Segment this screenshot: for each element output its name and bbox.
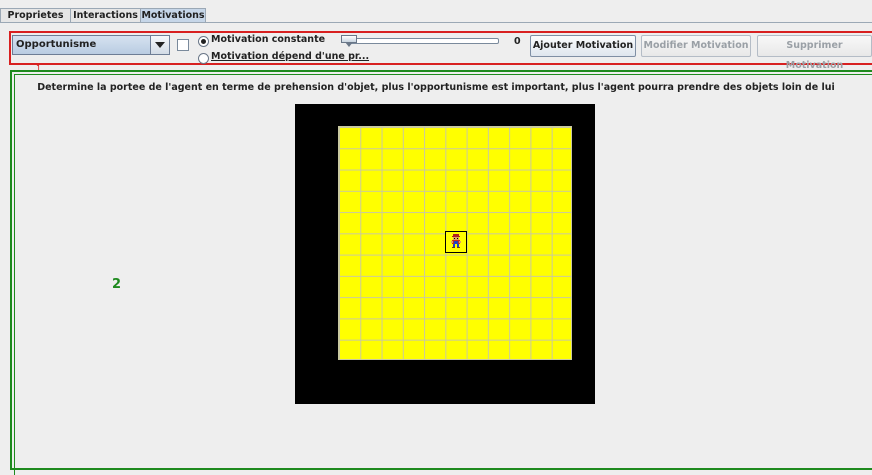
panel-2-marker: 2 bbox=[112, 277, 122, 292]
slider-thumb[interactable] bbox=[341, 35, 357, 47]
tab-motivations[interactable]: Motivations bbox=[140, 8, 206, 22]
slider-value: 0 bbox=[514, 36, 521, 47]
radio-motivation-constante-label: Motivation constante bbox=[211, 34, 326, 45]
radio-motivation-depend[interactable] bbox=[198, 53, 209, 64]
motivation-slider[interactable] bbox=[347, 38, 499, 44]
chevron-down-icon[interactable] bbox=[150, 36, 169, 54]
modify-motivation-button[interactable]: Modifier Motivation bbox=[641, 35, 751, 57]
tab-proprietes[interactable]: Proprietes bbox=[0, 8, 71, 22]
motivation-description: Determine la portee de l'agent en terme … bbox=[37, 82, 835, 93]
motivation-select[interactable]: Opportunisme bbox=[12, 35, 170, 55]
add-motivation-button[interactable]: Ajouter Motivation bbox=[530, 35, 636, 57]
delete-motivation-button[interactable]: Supprimer Motivation bbox=[757, 35, 872, 71]
tab-bar: Proprietes Interactions Motivations bbox=[0, 8, 872, 23]
motivation-checkbox[interactable] bbox=[177, 39, 189, 51]
agent-sprite-icon bbox=[451, 234, 461, 248]
motivation-select-value: Opportunisme bbox=[16, 39, 97, 50]
radio-motivation-constante[interactable] bbox=[198, 36, 209, 47]
radio-motivation-depend-label: Motivation dépend d'une pr... bbox=[211, 51, 370, 62]
tab-divider bbox=[0, 22, 872, 23]
tab-interactions[interactable]: Interactions bbox=[70, 8, 141, 22]
